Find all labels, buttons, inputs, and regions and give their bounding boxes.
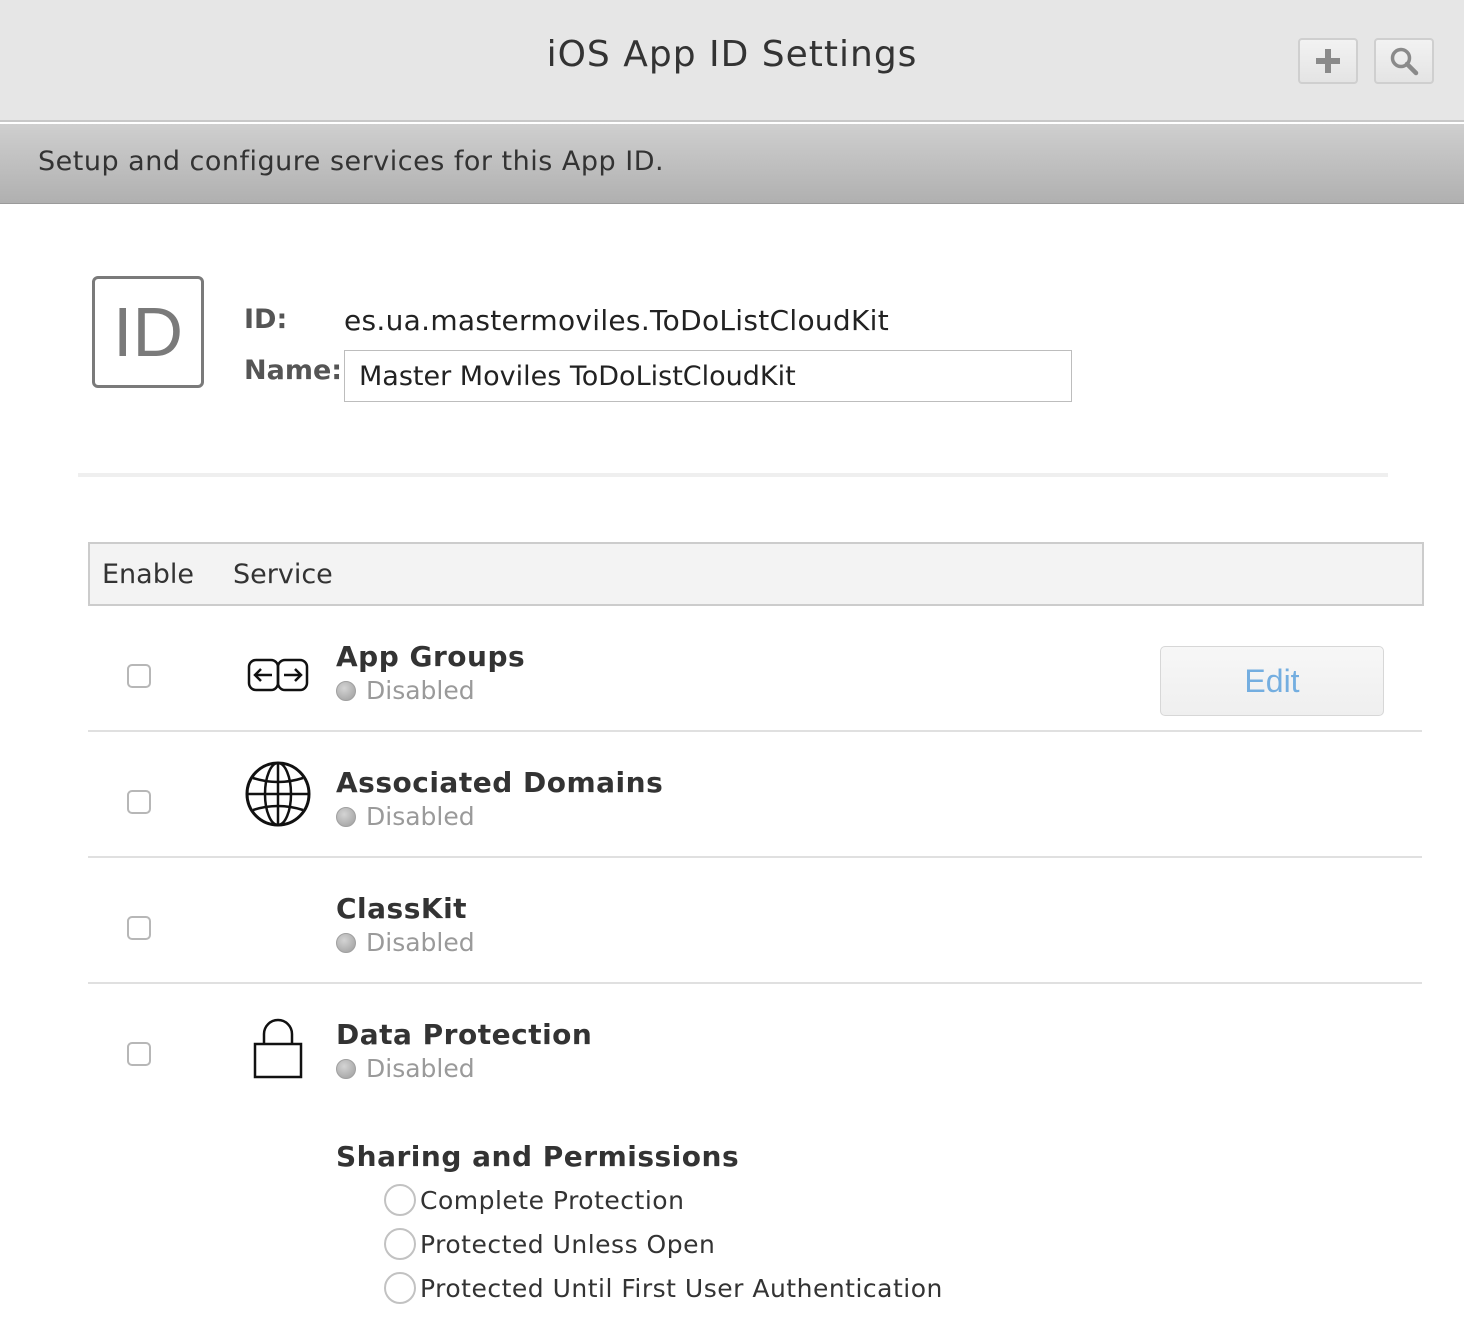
radio-button[interactable] — [384, 1228, 416, 1260]
radio-button[interactable] — [384, 1184, 416, 1216]
name-input[interactable] — [344, 350, 1072, 402]
app-groups-icon — [247, 658, 309, 692]
service-status: Disabled — [336, 928, 475, 957]
radio-option-protected-unless-open[interactable]: Protected Unless Open — [384, 1228, 715, 1260]
radio-button[interactable] — [384, 1272, 416, 1304]
page-title: iOS App ID Settings — [546, 34, 918, 75]
radio-option-complete-protection[interactable]: Complete Protection — [384, 1184, 684, 1216]
service-row-data-protection: Data Protection Disabled — [88, 984, 1422, 1110]
status-dot-icon — [336, 1058, 356, 1079]
service-name: Data Protection — [336, 1018, 593, 1051]
name-label: Name: — [244, 355, 343, 386]
enable-checkbox-app-groups[interactable] — [127, 664, 151, 688]
plus-icon — [1316, 49, 1340, 73]
status-dot-icon — [336, 932, 356, 953]
service-name: Associated Domains — [336, 766, 664, 799]
service-row-classkit: ClassKit Disabled — [88, 858, 1422, 984]
edit-app-groups-button[interactable]: Edit — [1160, 646, 1384, 716]
service-name: App Groups — [336, 640, 526, 673]
title-bar: iOS App ID Settings — [0, 0, 1464, 122]
sharing-permissions-title: Sharing and Permissions — [336, 1140, 740, 1173]
status-dot-icon — [336, 680, 356, 701]
service-name: ClassKit — [336, 892, 468, 925]
subheader-text: Setup and configure services for this Ap… — [38, 146, 665, 177]
section-divider — [78, 473, 1388, 477]
id-value: es.ua.mastermoviles.ToDoListCloudKit — [344, 304, 890, 337]
service-row-associated-domains: Associated Domains Disabled — [88, 732, 1422, 858]
enable-checkbox-associated-domains[interactable] — [127, 790, 151, 814]
service-status: Disabled — [336, 802, 475, 831]
subheader-bar: Setup and configure services for this Ap… — [0, 124, 1464, 204]
radio-label: Protected Unless Open — [420, 1229, 716, 1259]
radio-label: Complete Protection — [420, 1185, 685, 1215]
status-text: Disabled — [366, 802, 475, 831]
service-status: Disabled — [336, 1054, 475, 1083]
globe-icon — [245, 761, 311, 827]
id-label: ID: — [244, 304, 288, 335]
status-text: Disabled — [366, 1054, 475, 1083]
radio-option-protected-until-first-auth[interactable]: Protected Until First User Authenticatio… — [384, 1272, 943, 1304]
status-text: Disabled — [366, 928, 475, 957]
services-table-header: Enable Service — [88, 542, 1424, 606]
service-row-app-groups: App Groups Disabled Edit — [88, 606, 1422, 732]
search-icon — [1390, 47, 1419, 76]
column-header-service: Service — [233, 559, 333, 590]
add-button[interactable] — [1298, 38, 1358, 84]
search-button[interactable] — [1374, 38, 1434, 84]
enable-checkbox-classkit[interactable] — [127, 916, 151, 940]
enable-checkbox-data-protection[interactable] — [127, 1042, 151, 1066]
column-header-enable: Enable — [102, 559, 194, 590]
service-status: Disabled — [336, 676, 475, 705]
lock-icon — [253, 1018, 303, 1079]
id-badge-icon: ID — [92, 276, 204, 388]
radio-label: Protected Until First User Authenticatio… — [420, 1273, 943, 1303]
status-dot-icon — [336, 806, 356, 827]
status-text: Disabled — [366, 676, 475, 705]
